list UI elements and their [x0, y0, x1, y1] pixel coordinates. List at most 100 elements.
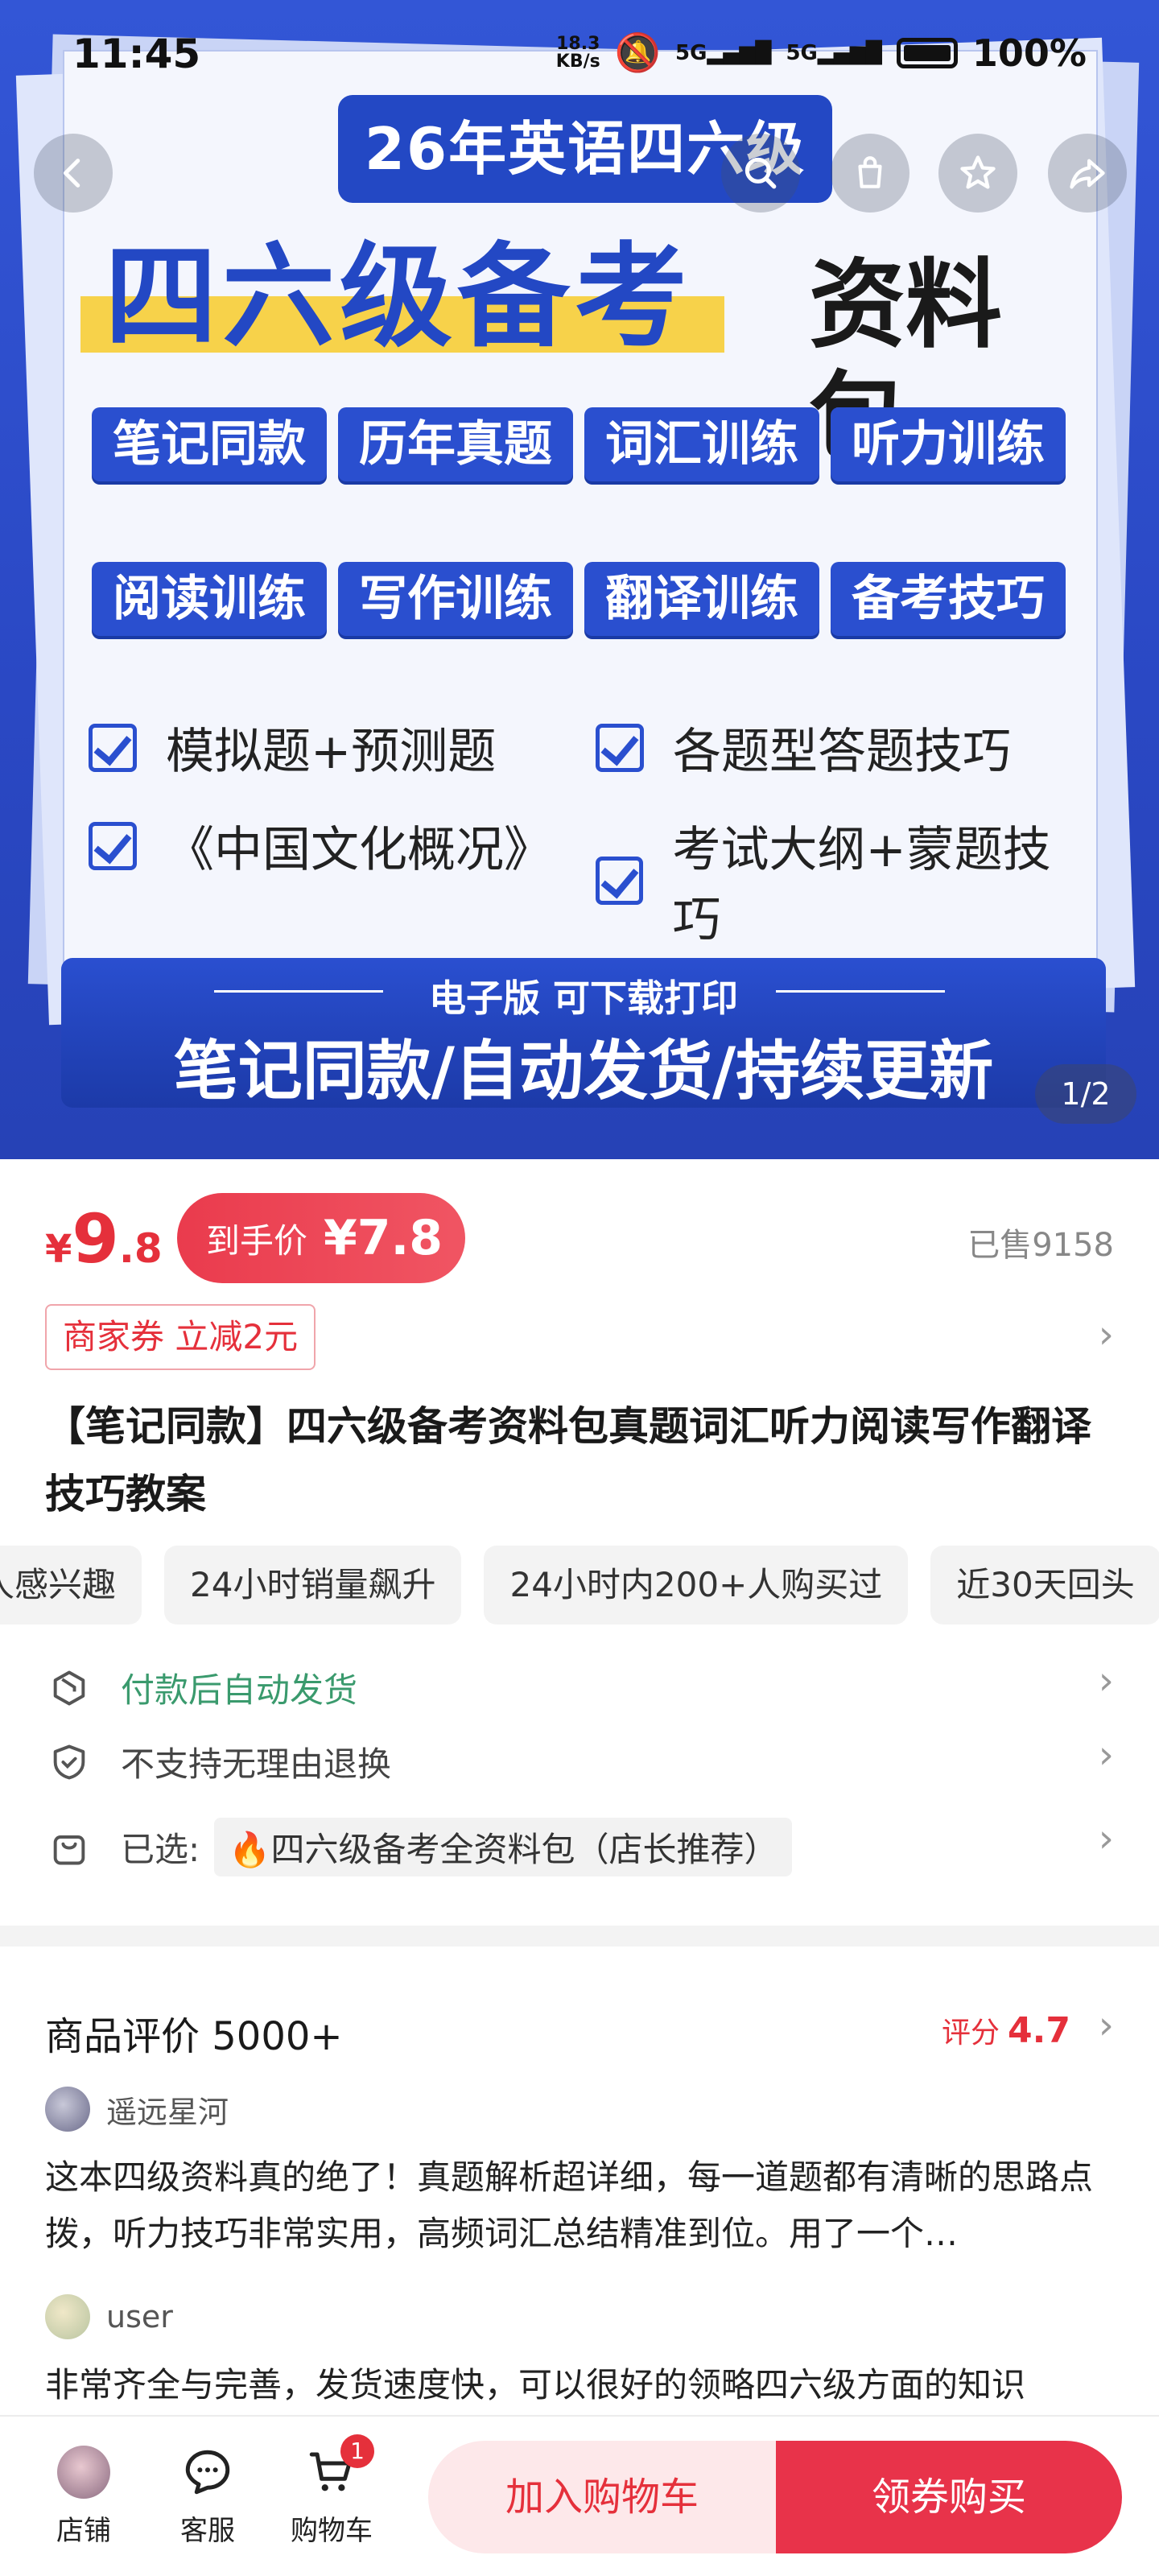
- avatar: [45, 2294, 90, 2339]
- cart-button[interactable]: 1 购物车: [283, 2434, 380, 2548]
- share-icon: [1070, 159, 1105, 189]
- star-icon: [960, 155, 996, 189]
- cart-label: 购物车: [291, 2515, 373, 2547]
- coupon-tag[interactable]: 商家券 立减2元: [45, 1304, 316, 1370]
- chevron-left-icon: [63, 159, 80, 188]
- check-item: 考试大纲+蒙题技巧: [596, 811, 1095, 951]
- mute-icon: 🔕: [614, 31, 662, 74]
- selected-variant: 🔥四六级备考全资料包（店长推荐）: [214, 1818, 793, 1876]
- chevron-right-icon[interactable]: ›: [1099, 1312, 1114, 1357]
- back-button[interactable]: [34, 134, 113, 213]
- sim2-label: 5G: [786, 40, 818, 65]
- checkbox-icon: [89, 821, 137, 870]
- product-title: 【笔记同款】四六级备考资料包真题词汇听力阅读写作翻译技巧教案: [45, 1403, 1091, 1517]
- hero-title: 四六级备考 资料包: [80, 232, 1087, 474]
- add-to-cart-button[interactable]: 加入购物车: [428, 2441, 776, 2553]
- bottom-action-bar: 店铺 客服 1 购物车 加入购物车 领券购买: [0, 2415, 1159, 2576]
- checkbox-icon: [596, 857, 644, 905]
- final-price-label: 到手价: [206, 1220, 308, 1261]
- reviews-score[interactable]: 评分 4.7: [942, 2009, 1070, 2051]
- selected-option-row[interactable]: 已选: 🔥四六级备考全资料包（店长推荐）: [48, 1818, 793, 1876]
- shield-check-icon: [53, 1744, 85, 1779]
- reviews-title[interactable]: 商品评价 5000+: [45, 2004, 343, 2061]
- section-divider: [0, 1926, 1159, 1946]
- battery-level: 100%: [971, 31, 1087, 75]
- hero-tags: 笔记同款 历年真题 词汇训练 听力训练 阅读训练 写作训练 翻译训练 备考技巧: [92, 407, 1074, 636]
- hero-tag: 听力训练: [831, 407, 1066, 481]
- buy-now-button[interactable]: 领券购买: [776, 2441, 1122, 2553]
- network-speed-value: 18.3: [556, 33, 600, 54]
- checkbox-icon: [89, 723, 137, 772]
- sold-count: 已售9158: [967, 1227, 1114, 1264]
- delivery-text: 付款后自动发货: [121, 1670, 358, 1710]
- price: ¥9.8: [45, 1199, 163, 1278]
- banner-subtitle: 电子版 可下载打印: [428, 976, 738, 1020]
- network-speed: 18.3 KB/s: [556, 35, 600, 71]
- review-username: user: [106, 2299, 173, 2334]
- score-label: 评分: [942, 2017, 1000, 2050]
- check-item-label: 考试大纲+蒙题技巧: [672, 822, 1051, 948]
- avatar: [45, 2087, 90, 2132]
- hot-tag: 近30天回头: [930, 1546, 1159, 1624]
- review-user: user: [45, 2294, 173, 2339]
- signal-icon: 5G▂▄▆█: [675, 40, 772, 65]
- hero-tag: 笔记同款: [92, 407, 327, 481]
- final-price-value: ¥7.8: [324, 1210, 443, 1266]
- score-value: 4.7: [1008, 2010, 1070, 2051]
- review-text[interactable]: 这本四级资料真的绝了！真题解析超详细，每一道题都有清晰的思路点拨，听力技巧非常实…: [45, 2149, 1116, 2262]
- cart-icon: 1: [305, 2434, 374, 2499]
- review-user: 遥远星河: [45, 2087, 229, 2132]
- hero-tag: 备考技巧: [831, 562, 1066, 636]
- service-label: 客服: [180, 2515, 235, 2547]
- product-info: ¥9.8 到手价 ¥7.8 已售9158 商家券 立减2元 › 【笔记同款】四六…: [0, 1159, 1159, 1924]
- search-icon: [744, 157, 777, 189]
- status-icons: 18.3 KB/s 🔕 5G▂▄▆█ 5G▂▄▆█ 100%: [556, 31, 1087, 75]
- hot-tag: 人感兴趣: [0, 1546, 142, 1624]
- price-integer: 9: [72, 1199, 119, 1278]
- shop-button[interactable]: 店铺: [35, 2446, 132, 2548]
- shop-avatar-icon: [57, 2446, 110, 2499]
- review-username: 遥远星河: [106, 2094, 229, 2130]
- chevron-right-icon[interactable]: ›: [1099, 2003, 1114, 2048]
- search-button[interactable]: [721, 134, 800, 213]
- price-decimal: .8: [118, 1225, 163, 1272]
- check-item-label: 各题型答题技巧: [673, 724, 1011, 780]
- delivery-row[interactable]: 付款后自动发货: [48, 1663, 357, 1712]
- status-time: 11:45: [72, 31, 201, 77]
- status-bar: 11:45 18.3 KB/s 🔕 5G▂▄▆█ 5G▂▄▆█ 100%: [0, 0, 1159, 97]
- chevron-right-icon[interactable]: ›: [1099, 1816, 1114, 1861]
- bag-icon: [858, 156, 882, 188]
- hero-banner: 电子版 可下载打印 笔记同款/自动发货/持续更新: [61, 958, 1106, 1108]
- battery-icon: [896, 37, 958, 68]
- carousel-pager: 1/2: [1035, 1064, 1136, 1124]
- returns-text: 不支持无理由退换: [121, 1744, 392, 1784]
- network-speed-unit: KB/s: [555, 51, 600, 72]
- chevron-right-icon[interactable]: ›: [1099, 1732, 1114, 1777]
- hero-tag: 词汇训练: [584, 407, 819, 481]
- reviews-section: 商品评价 5000+ 评分 4.7 › 遥远星河 这本四级资料真的绝了！真题解析超…: [0, 1946, 1159, 2413]
- price-currency: ¥: [45, 1227, 72, 1272]
- chevron-right-icon[interactable]: ›: [1099, 1658, 1114, 1703]
- check-item-label: 模拟题+预测题: [166, 724, 497, 780]
- hero-tag: 翻译训练: [584, 562, 819, 636]
- package-icon: [53, 1670, 85, 1705]
- check-item: 各题型答题技巧: [596, 712, 1011, 782]
- checkbox-icon: [596, 723, 644, 772]
- final-price-badge: 到手价 ¥7.8: [177, 1193, 465, 1283]
- favorite-button[interactable]: [938, 134, 1017, 213]
- hot-tags: 人感兴趣 24小时销量飙升 24小时内200+人购买过 近30天回头: [0, 1546, 1159, 1624]
- hero-title-main: 四六级备考: [105, 232, 693, 363]
- signal-icon: 5G▂▄▆█: [786, 40, 882, 65]
- share-button[interactable]: [1048, 134, 1127, 213]
- hero-tag: 历年真题: [338, 407, 573, 481]
- check-item: 模拟题+预测题: [89, 712, 496, 782]
- shop-bag-button[interactable]: [831, 134, 909, 213]
- cart-count-badge: 1: [340, 2434, 374, 2468]
- selected-label: 已选:: [121, 1830, 200, 1869]
- chat-icon: [181, 2446, 234, 2499]
- shop-label: 店铺: [56, 2515, 111, 2547]
- hot-tag: 24小时销量飙升: [164, 1546, 462, 1624]
- returns-row[interactable]: 不支持无理由退换: [48, 1737, 391, 1786]
- customer-service-button[interactable]: 客服: [159, 2446, 256, 2548]
- review-text[interactable]: 非常齐全与完善，发货速度快，可以很好的领略四六级方面的知识: [45, 2357, 1116, 2413]
